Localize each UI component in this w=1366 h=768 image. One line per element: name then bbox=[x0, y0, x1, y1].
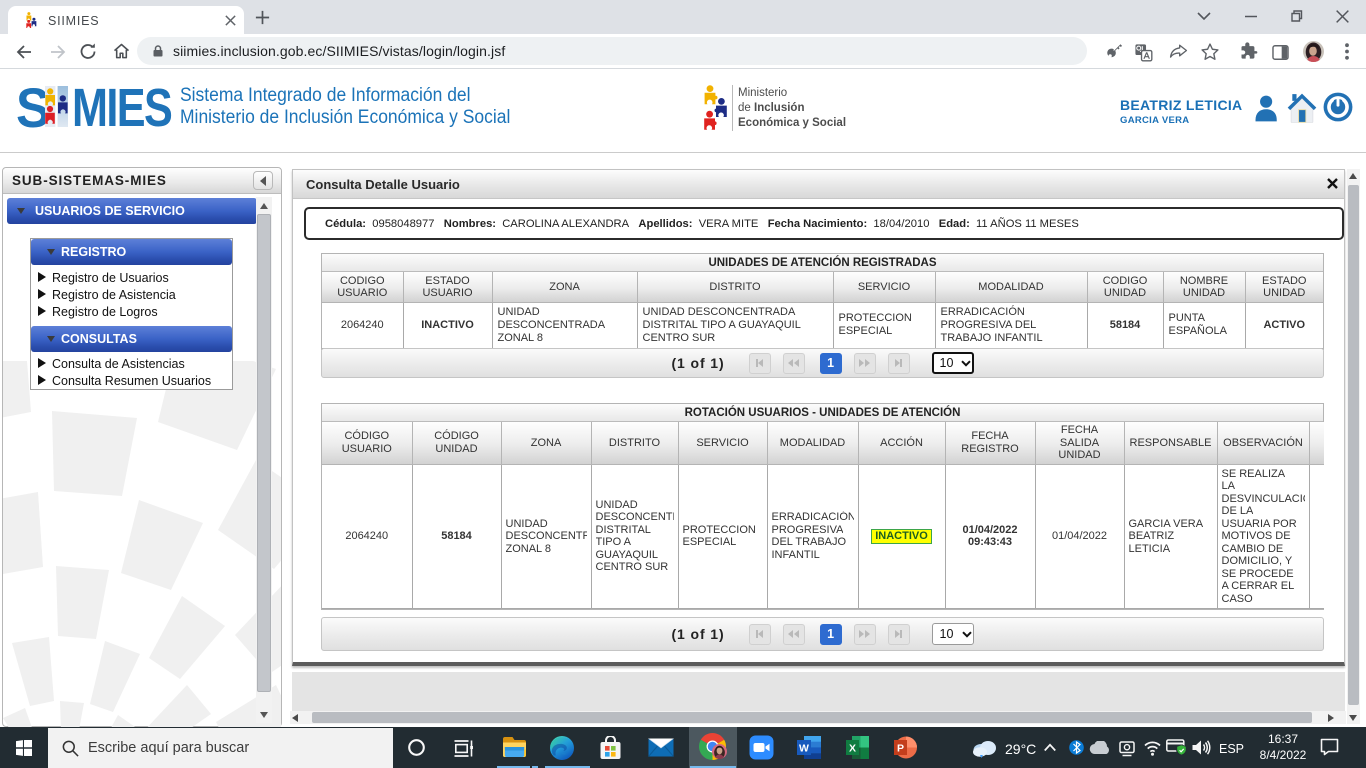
svg-text:X: X bbox=[849, 743, 856, 755]
svg-text:P: P bbox=[897, 743, 904, 755]
svg-text:W: W bbox=[799, 743, 809, 755]
